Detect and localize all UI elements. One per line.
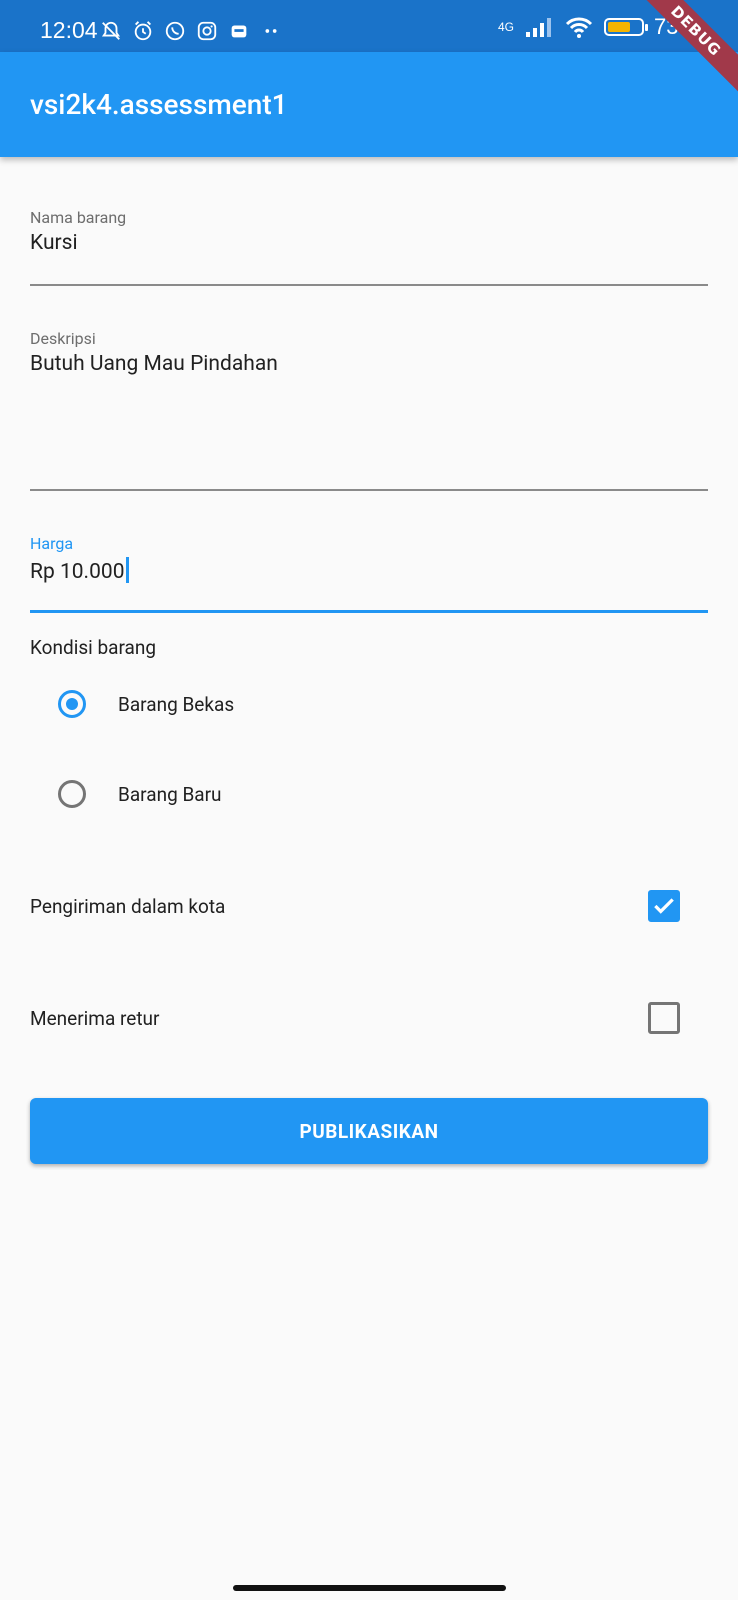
status-bar: 12:04 4G 73%: [0, 0, 738, 52]
app-bar: vsi2k4.assessment1: [0, 52, 738, 157]
notification-app-icon: [231, 25, 247, 38]
more-dots-icon: [265, 29, 277, 33]
signal-icon: [525, 18, 551, 37]
radio-label-bekas: Barang Bekas: [118, 692, 235, 716]
whatsapp-icon: [165, 21, 185, 41]
publish-button[interactable]: PUBLIKASIKAN: [30, 1098, 708, 1164]
pengiriman-checkbox-row[interactable]: Pengiriman dalam kota: [30, 890, 680, 922]
pengiriman-label: Pengiriman dalam kota: [30, 894, 226, 918]
radio-option-baru[interactable]: Barang Baru: [58, 780, 222, 808]
network-type: 4G: [497, 20, 514, 34]
nama-barang-field[interactable]: Nama barang Kursi: [30, 208, 708, 286]
harga-input[interactable]: Rp 10.000: [30, 557, 708, 584]
status-time: 12:04: [40, 17, 98, 43]
deskripsi-input[interactable]: Butuh Uang Mau Pindahan: [30, 352, 708, 376]
text-cursor: [125, 557, 129, 583]
nama-barang-label: Nama barang: [30, 208, 127, 227]
retur-checkbox-row[interactable]: Menerima retur: [30, 1002, 680, 1034]
deskripsi-label: Deskripsi: [30, 329, 96, 348]
deskripsi-underline: [30, 489, 708, 491]
app-title: vsi2k4.assessment1: [30, 88, 288, 121]
wifi-icon: [565, 17, 593, 38]
status-notification-icons: [100, 20, 282, 42]
instagram-icon: [197, 21, 217, 41]
nama-barang-underline: [30, 284, 708, 286]
harga-value: Rp 10.000: [30, 560, 125, 584]
radio-option-bekas[interactable]: Barang Bekas: [58, 690, 234, 718]
battery-icon: [603, 18, 648, 36]
pengiriman-checkbox[interactable]: [648, 890, 680, 922]
bell-off-icon: [101, 21, 121, 40]
check-icon: [654, 898, 674, 914]
home-gesture-handle[interactable]: [233, 1585, 506, 1591]
nama-barang-input[interactable]: Kursi: [30, 231, 708, 255]
radio-button-baru[interactable]: [58, 780, 86, 808]
retur-label: Menerima retur: [30, 1006, 160, 1030]
harga-underline: [30, 610, 708, 613]
harga-label: Harga: [30, 534, 74, 553]
radio-label-baru: Barang Baru: [118, 782, 222, 806]
alarm-icon: [134, 21, 152, 41]
harga-field[interactable]: Harga Rp 10.000: [30, 534, 708, 614]
kondisi-label: Kondisi barang: [30, 636, 157, 659]
retur-checkbox[interactable]: [648, 1002, 680, 1034]
radio-button-bekas[interactable]: [58, 690, 86, 718]
deskripsi-field[interactable]: Deskripsi Butuh Uang Mau Pindahan: [30, 329, 708, 491]
